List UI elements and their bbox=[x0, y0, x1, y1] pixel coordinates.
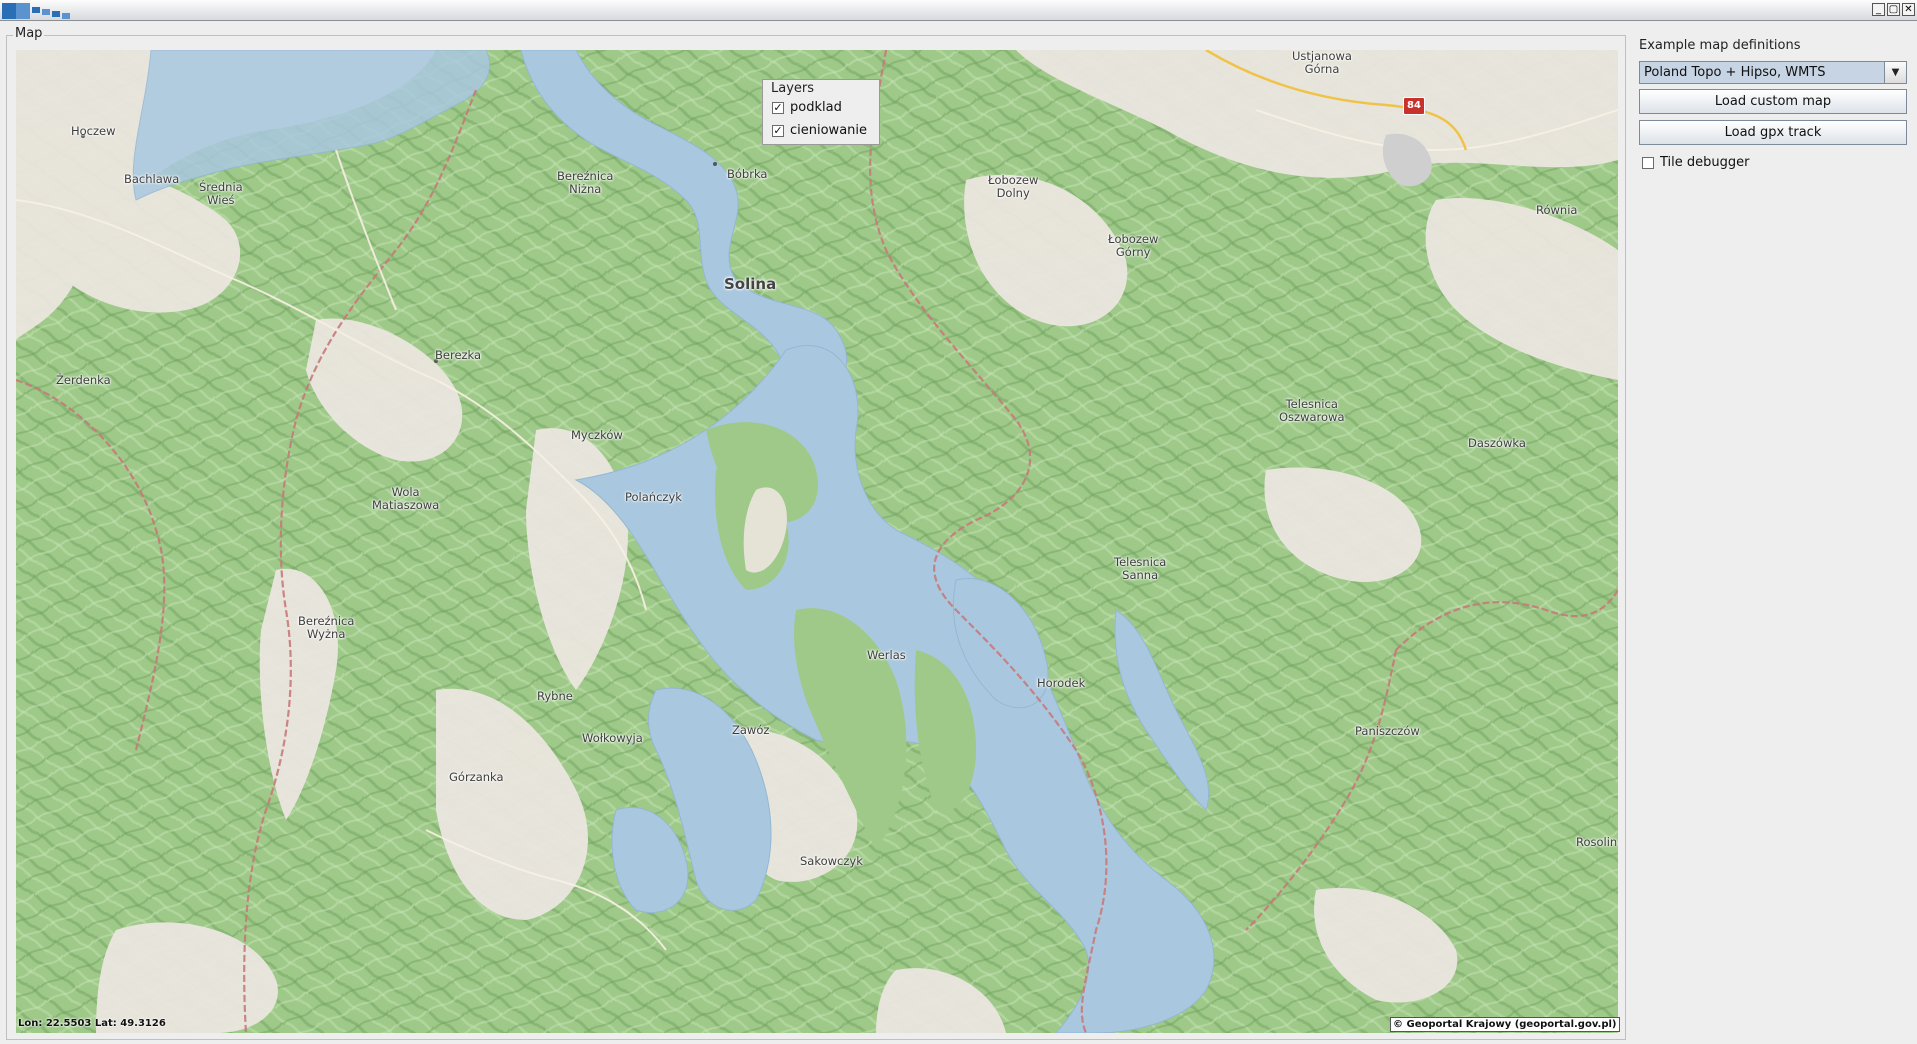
place-label-berezka: Berezka bbox=[435, 348, 482, 362]
place-label-solina: Solina bbox=[724, 275, 777, 293]
place-label-sakowczyk: Sakowczyk bbox=[800, 854, 863, 868]
sidebar-title: Example map definitions bbox=[1639, 38, 1801, 53]
place-label-bereznica-nizna: Bereźnica Niżna bbox=[557, 169, 614, 196]
place-label-polanczyk: Polańczyk bbox=[625, 490, 682, 504]
place-label-bobrka: Bóbrka bbox=[727, 167, 768, 181]
place-label-zawoz: Zawóz bbox=[732, 723, 770, 737]
close-button[interactable]: ✕ bbox=[1902, 3, 1915, 16]
load-custom-map-button[interactable]: Load custom map bbox=[1639, 89, 1907, 114]
map-definition-selected: Poland Topo + Hipso, WMTS bbox=[1644, 65, 1826, 80]
map-view[interactable]: Hoczew Bachlawa Średnia Wieś Bereźnica N… bbox=[16, 50, 1618, 1033]
checkbox-checked-icon[interactable]: ✓ bbox=[772, 124, 784, 137]
cursor-coordinates: Lon: 22.5503 Lat: 49.3126 bbox=[18, 1018, 166, 1029]
place-label-zerdenka: Żerdenka bbox=[56, 373, 111, 387]
place-label-lobozew-dolny: Łobozew Dolny bbox=[988, 173, 1039, 200]
layer-toggle-cieniowanie[interactable]: ✓ cieniowanie bbox=[772, 123, 867, 138]
place-label-telesnica-oszwarowa: Telesnica Oszwarowa bbox=[1279, 397, 1345, 424]
place-label-bereznica-wyzna: Bereźnica Wyżna bbox=[298, 614, 355, 641]
place-label-wola-matiaszowa: Wola Matiaszowa bbox=[372, 485, 440, 512]
place-label-bachlawa: Bachlawa bbox=[124, 172, 180, 186]
chevron-down-icon[interactable]: ▼ bbox=[1884, 62, 1906, 83]
java-app-icon bbox=[2, 3, 70, 19]
map-tiles[interactable] bbox=[16, 50, 1618, 1033]
place-label-wolkowyja: Wołkowyja bbox=[582, 731, 643, 745]
layer-toggle-podklad[interactable]: ✓ podklad bbox=[772, 100, 842, 115]
road-number-shield: 84 bbox=[1403, 97, 1425, 115]
tile-debugger-toggle[interactable]: Tile debugger bbox=[1642, 155, 1749, 170]
map-group-label: Map bbox=[13, 26, 45, 41]
place-label-daszowka: Daszówka bbox=[1468, 436, 1526, 450]
layers-panel: Layers ✓ podklad ✓ cieniowanie bbox=[762, 79, 880, 145]
place-dot bbox=[713, 162, 717, 166]
place-label-gorzanka: Górzanka bbox=[449, 770, 504, 784]
load-gpx-track-button[interactable]: Load gpx track bbox=[1639, 120, 1907, 145]
place-label-horodek: Horodek bbox=[1037, 676, 1086, 690]
layers-title: Layers bbox=[771, 81, 815, 96]
place-label-rybne: Rybne bbox=[537, 689, 573, 703]
checkbox-checked-icon[interactable]: ✓ bbox=[772, 101, 784, 114]
place-label-telesnica-sanna: Telesnica Sanna bbox=[1114, 555, 1167, 582]
place-label-myczkow: Myczków bbox=[571, 428, 623, 442]
place-label-hoczew: Hoczew bbox=[71, 124, 116, 138]
place-label-srednia-wies: Średnia Wieś bbox=[199, 180, 243, 207]
map-panel: Map Hoczew Bachlawa Średnia Wieś Bereźni… bbox=[6, 26, 1626, 1040]
checkbox-unchecked-icon[interactable] bbox=[1642, 156, 1654, 169]
tile-debugger-label: Tile debugger bbox=[1660, 155, 1750, 170]
place-label-lobozew-gorny: Łobozew Górny bbox=[1108, 232, 1159, 259]
place-label-rosolin: Rosolin bbox=[1576, 835, 1618, 849]
place-label-rownia: Równia bbox=[1536, 203, 1578, 217]
maximize-button[interactable]: ▢ bbox=[1887, 3, 1900, 16]
layer-label: cieniowanie bbox=[790, 123, 868, 138]
map-attribution: © Geoportal Krajowy (geoportal.gov.pl) bbox=[1390, 1017, 1620, 1032]
map-definition-select[interactable]: Poland Topo + Hipso, WMTS ▼ bbox=[1639, 61, 1907, 84]
place-label-werlas: Werlas bbox=[867, 648, 906, 662]
layer-label: podklad bbox=[790, 100, 842, 115]
place-label-ustjanowa-gorna: Ustjanowa Górna bbox=[1292, 50, 1352, 76]
window-title-bar[interactable]: _ ▢ ✕ bbox=[0, 0, 1917, 21]
place-label-paniszczow: Paniszczów bbox=[1355, 724, 1420, 738]
minimize-button[interactable]: _ bbox=[1872, 3, 1885, 16]
